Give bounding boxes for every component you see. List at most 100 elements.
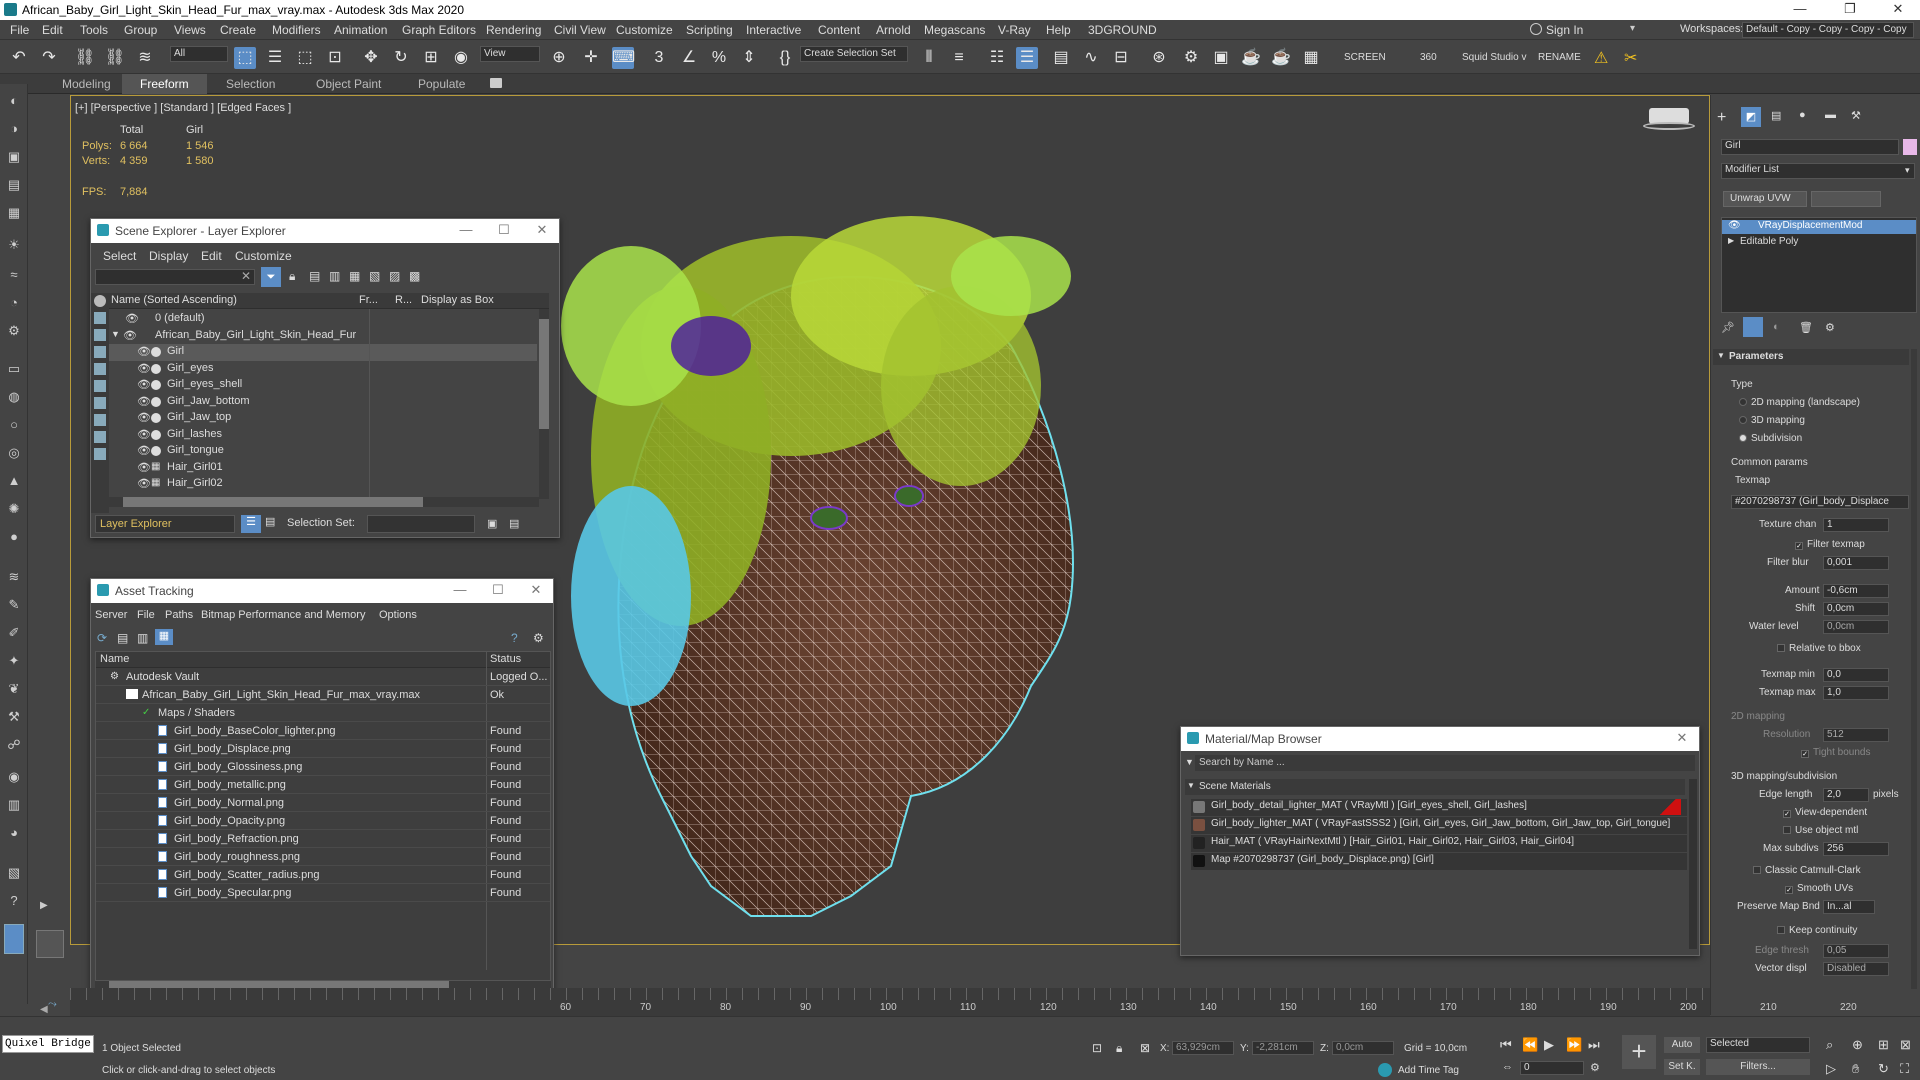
angle-snap-icon[interactable]: ∠ — [678, 47, 700, 69]
table-row[interactable]: ✓ Maps / Shaders — [96, 704, 550, 722]
scene-materials-group[interactable]: Scene Materials — [1185, 779, 1685, 795]
undo-icon[interactable]: ↶ — [8, 47, 30, 69]
rotate-360-button[interactable]: 360 — [1420, 52, 1437, 63]
x-coordinate-field[interactable]: 63,929cm — [1172, 1041, 1234, 1055]
sign-in-dropdown-icon[interactable]: ▾ — [1630, 23, 1635, 34]
toggle-ribbon-icon[interactable]: ▤ — [1050, 47, 1072, 69]
screen-button[interactable]: SCREEN — [1344, 52, 1386, 63]
asset-menu-options[interactable]: Options — [379, 609, 417, 621]
material-browser-scrollbar[interactable] — [1689, 779, 1697, 949]
resolution-spinner[interactable]: 512 — [1823, 728, 1889, 742]
menu-3dground[interactable]: 3DGROUND — [1088, 23, 1157, 37]
menu-customize[interactable]: Customize — [616, 23, 673, 37]
display-spacewarps-icon[interactable] — [94, 397, 106, 409]
asset-tracking-close-icon[interactable]: ✕ — [521, 582, 551, 598]
schematic-view-icon[interactable]: ⊟ — [1110, 47, 1132, 69]
rig-icon[interactable]: ⚒ — [5, 708, 23, 726]
viewport-thumbnail[interactable] — [36, 930, 64, 958]
relative-bbox-checkbox[interactable]: Relative to bbox — [1777, 643, 1861, 654]
list-item[interactable]: 👁︎ ▦ Hair_Girl02 — [109, 476, 537, 493]
filter-texmap-checkbox[interactable]: ✓ Filter texmap — [1795, 539, 1865, 550]
material-row[interactable]: Map #2070298737 (Girl_body_Displace.png)… — [1191, 853, 1687, 870]
object-name-field[interactable]: Girl — [1721, 139, 1899, 155]
scene-explorer-close-icon[interactable]: ✕ — [527, 222, 557, 238]
stack-vray-displacement[interactable]: VRayDisplacementMod — [1722, 220, 1916, 234]
tight-bounds-checkbox[interactable]: ✓ Tight bounds — [1801, 747, 1870, 758]
paint-icon[interactable]: ✐ — [5, 624, 23, 642]
percent-snap-icon[interactable]: % — [708, 47, 730, 69]
table-row[interactable]: Girl_body_Normal.png Found — [96, 794, 550, 812]
vray-frame-buffer-icon[interactable]: ▦ — [1300, 47, 1322, 69]
add-time-tag-button[interactable]: Add Time Tag — [1398, 1065, 1459, 1076]
water-level-spinner[interactable]: 0,0cm — [1823, 620, 1889, 634]
layers-icon[interactable]: ▧ — [5, 864, 23, 882]
view-dependent-checkbox[interactable]: ✓ View-dependent — [1783, 807, 1867, 818]
display-helpers-icon[interactable] — [94, 380, 106, 392]
zoom-extents-icon[interactable]: ⊞ — [1878, 1037, 1889, 1053]
amount-spinner[interactable]: -0,6cm — [1823, 584, 1889, 598]
table-view-icon[interactable]: ▦ — [155, 629, 173, 645]
menu-edit[interactable]: Edit — [42, 23, 63, 37]
rendered-frame-window-icon[interactable]: ▣ — [1210, 47, 1232, 69]
mirror-icon[interactable]: ⫴ — [918, 47, 940, 69]
globe-icon[interactable]: ◉ — [5, 768, 23, 786]
brush-icon[interactable]: ✎ — [5, 596, 23, 614]
edit-named-selection-icon[interactable]: {} — [774, 47, 796, 69]
utilities-tab-icon[interactable]: ⚒ — [1851, 109, 1861, 122]
display-all-icon[interactable] — [94, 295, 106, 307]
tab-modeling[interactable]: Modeling — [62, 77, 111, 91]
torus-icon[interactable]: ◎ — [5, 444, 23, 462]
selection-set-dropdown[interactable] — [367, 515, 475, 533]
redo-icon[interactable]: ↷ — [38, 47, 60, 69]
object-color-swatch[interactable] — [1903, 139, 1917, 155]
table-row[interactable]: Girl_body_Displace.png Found — [96, 740, 550, 758]
unwrap-uvw-button[interactable]: Unwrap UVW — [1723, 191, 1807, 207]
col-frozen[interactable]: Fr... — [359, 294, 378, 306]
max-subdivs-spinner[interactable]: 256 — [1823, 842, 1889, 856]
scene-explorer-menu-select[interactable]: Select — [103, 249, 136, 263]
visibility-eye-icon[interactable]: 👁︎ — [137, 378, 151, 391]
tab-selection[interactable]: Selection — [226, 77, 275, 91]
light-bulb-icon[interactable]: ☀ — [5, 236, 23, 254]
tab-populate[interactable]: Populate — [418, 77, 465, 91]
viewcube[interactable] — [1643, 104, 1695, 134]
unlink-icon[interactable]: ⛓ — [104, 47, 126, 69]
hierarchy-tab-icon[interactable]: ▤ — [1771, 109, 1781, 122]
table-row[interactable]: ⚙ Autodesk Vault Logged O... — [96, 668, 550, 686]
col-display-as-box[interactable]: Display as Box — [421, 294, 494, 306]
classic-catmull-clark-checkbox[interactable]: Classic Catmull-Clark — [1753, 865, 1861, 876]
expand-arrow-icon[interactable]: ▶ — [40, 900, 48, 911]
pan-icon[interactable]: ✋︎ — [1852, 1061, 1859, 1077]
quixel-bridge-button[interactable]: Quixel Bridge — [2, 1035, 94, 1053]
table-row[interactable]: Girl_body_Specular.png Found — [96, 884, 550, 902]
orbit-icon[interactable]: ↻ — [1878, 1061, 1889, 1077]
scene-explorer-maximize-icon[interactable]: ☐ — [489, 222, 519, 238]
col-asset-name[interactable]: Name — [100, 653, 129, 665]
help-icon[interactable]: ? — [5, 892, 23, 910]
preserve-map-bnd-dropdown[interactable]: In...al — [1823, 900, 1875, 914]
display-cameras-icon[interactable] — [94, 363, 106, 375]
placement-icon[interactable]: ◉ — [450, 47, 472, 69]
filter-blur-spinner[interactable]: 0,001 — [1823, 556, 1889, 570]
expand-arrow-icon[interactable]: ▼ — [111, 329, 120, 339]
warning-icon[interactable]: ⚠ — [1594, 48, 1608, 68]
asset-menu-paths[interactable]: Paths — [165, 609, 193, 621]
move-icon[interactable]: ✥ — [360, 47, 382, 69]
table-row[interactable]: Girl_body_Scatter_radius.png Found — [96, 866, 550, 884]
type-3d-radio[interactable]: 3D mapping — [1739, 415, 1805, 426]
display-xrefs-icon[interactable] — [94, 431, 106, 443]
select-object-icon[interactable]: ⬚ — [234, 47, 256, 69]
texture-chan-spinner[interactable]: 1 — [1823, 518, 1889, 532]
display-shapes-icon[interactable] — [94, 329, 106, 341]
visibility-eye-icon[interactable]: 👁︎ — [137, 444, 151, 457]
systems-icon[interactable]: ◔ — [5, 294, 23, 312]
browser-options-arrow-icon[interactable]: ▼ — [1185, 757, 1194, 767]
scene-states-icon[interactable]: ▥ — [5, 796, 23, 814]
visibility-eye-icon[interactable]: 👁︎ — [137, 428, 151, 441]
make-unique-icon[interactable]: ◐ — [1773, 321, 1780, 333]
selection-lock-icon[interactable]: 🔒︎ — [1116, 1041, 1122, 1056]
close-icon[interactable]: ✕ — [1878, 1, 1918, 17]
table-row[interactable]: Girl_body_metallic.png Found — [96, 776, 550, 794]
pivot-icon[interactable]: ⊕ — [548, 47, 570, 69]
fur-icon[interactable]: ≋ — [5, 568, 23, 586]
